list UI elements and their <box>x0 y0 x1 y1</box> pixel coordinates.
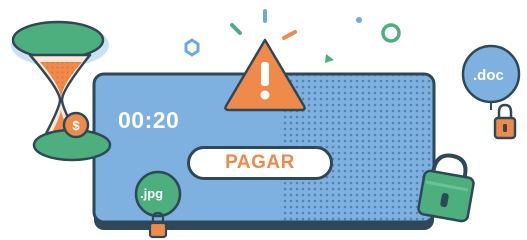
countdown-timer: 00:20 <box>118 107 180 133</box>
alert-ray-left <box>230 23 242 35</box>
dollar-coin-icon: $ <box>62 111 90 139</box>
svg-text:$: $ <box>72 118 80 133</box>
hexagon-decoration <box>184 38 200 57</box>
ring-decoration <box>381 23 401 43</box>
triangle-decoration <box>325 54 334 63</box>
padlock-icon <box>493 103 517 140</box>
doc-file-label: .doc <box>473 67 504 84</box>
jpg-file-label: .jpg <box>140 186 164 201</box>
pay-button[interactable]: PAGAR <box>187 146 333 180</box>
dot-decoration <box>356 17 362 23</box>
pay-button-label: PAGAR <box>225 152 295 173</box>
decorations <box>184 9 401 63</box>
ransomware-illustration: $ <box>11 9 521 239</box>
alert-ray-right <box>282 30 297 40</box>
